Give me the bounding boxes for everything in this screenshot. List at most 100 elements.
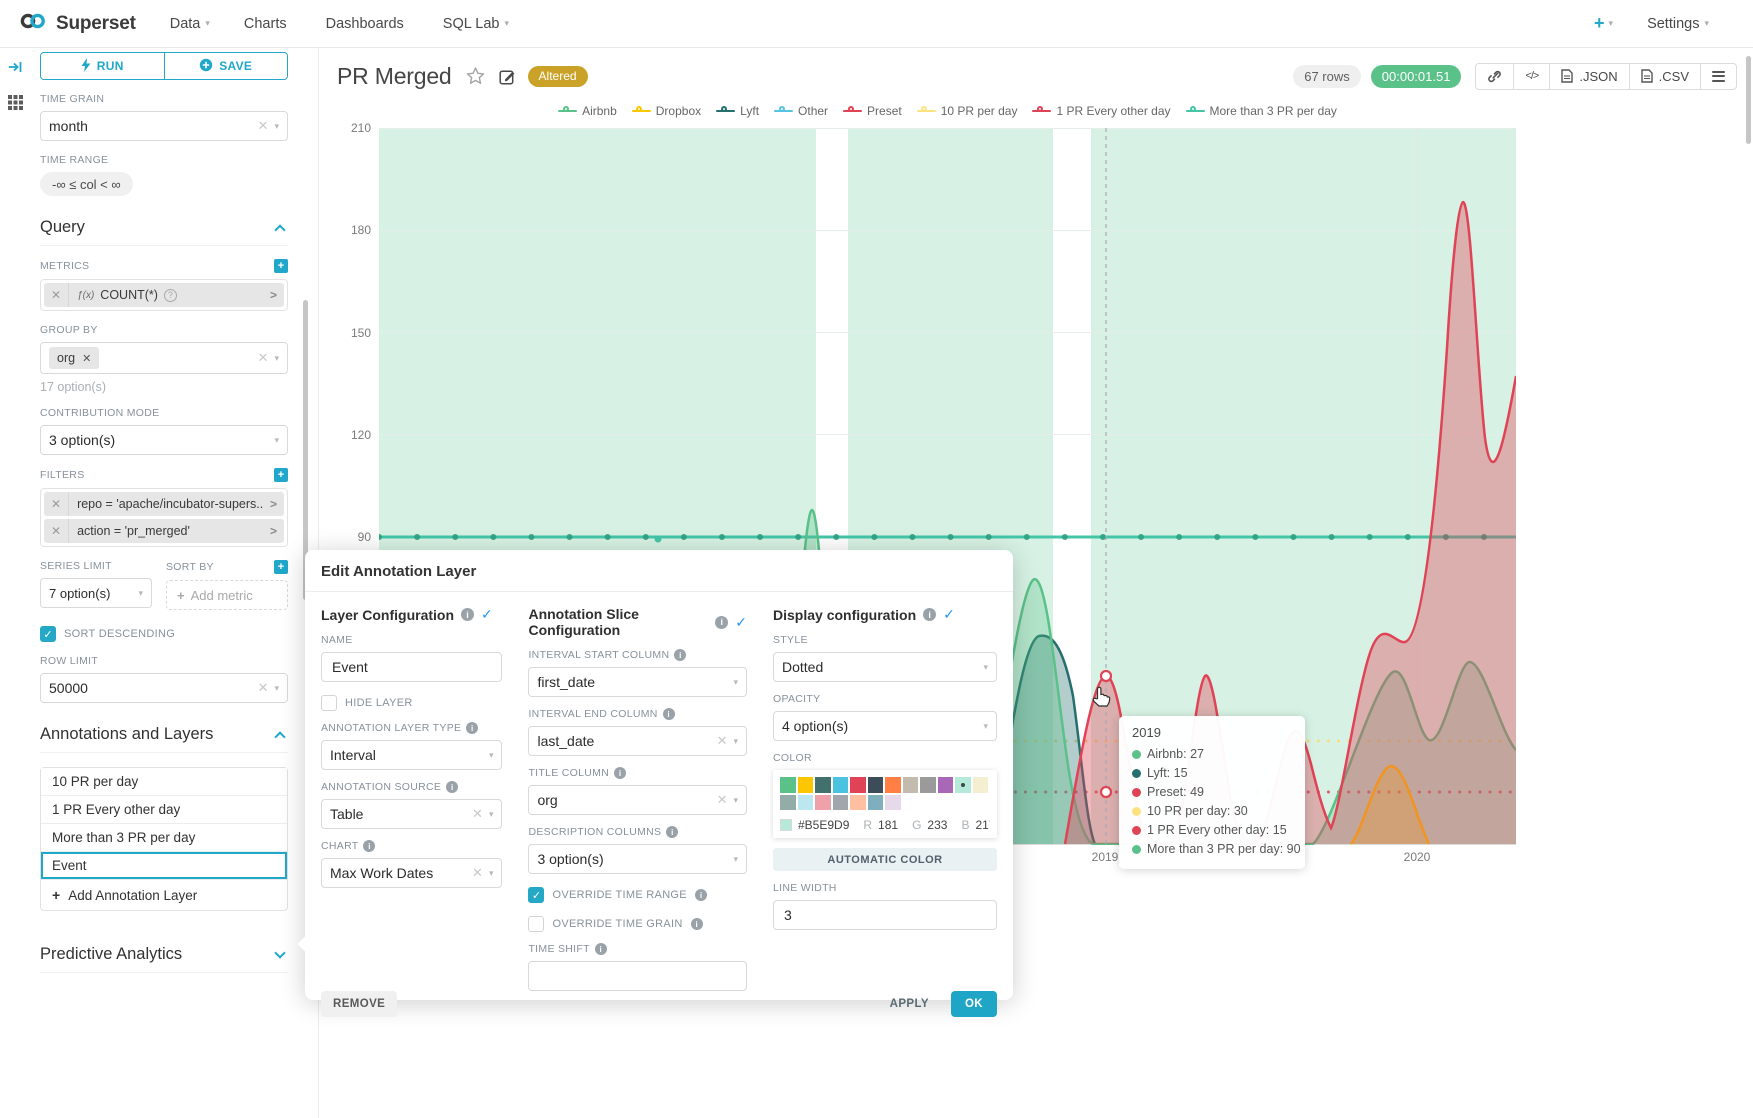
export-csv-button[interactable]: .CSV: [1629, 64, 1700, 89]
share-link-button[interactable]: [1476, 64, 1513, 89]
new-item-button[interactable]: +▾: [1594, 13, 1613, 34]
nav-menu-item[interactable]: SQL Lab▾: [443, 16, 509, 32]
color-swatch[interactable]: [815, 777, 831, 793]
automatic-color-button[interactable]: AUTOMATIC COLOR: [773, 848, 997, 871]
color-swatch[interactable]: [850, 777, 866, 793]
color-swatch[interactable]: [973, 777, 989, 793]
color-swatch[interactable]: [815, 795, 831, 811]
time-shift-input[interactable]: [528, 961, 747, 991]
color-swatch[interactable]: [798, 777, 814, 793]
chart-menu-button[interactable]: [1700, 64, 1736, 89]
legend-item[interactable]: More than 3 PR per day: [1186, 104, 1337, 118]
remove-chip-icon[interactable]: ✕: [82, 352, 91, 365]
name-input[interactable]: Event: [321, 652, 502, 682]
expand-metric-icon[interactable]: >: [263, 288, 284, 302]
legend-item[interactable]: Dropbox: [632, 104, 701, 118]
color-swatch[interactable]: [833, 777, 849, 793]
info-icon[interactable]: i: [923, 608, 936, 621]
override-time-grain-checkbox[interactable]: [528, 916, 544, 932]
legend-item[interactable]: Preset: [843, 104, 902, 118]
window-scrollbar[interactable]: [1746, 56, 1751, 144]
series-limit-select[interactable]: 7 option(s) ▾: [40, 578, 152, 608]
info-icon[interactable]: i: [715, 616, 728, 629]
legend-item[interactable]: Other: [774, 104, 828, 118]
legend-item[interactable]: Airbnb: [558, 104, 617, 118]
info-icon[interactable]: i: [363, 840, 375, 852]
annotations-section-header[interactable]: Annotations and Layers: [40, 725, 288, 753]
nav-menu-item[interactable]: Data▾: [170, 16, 210, 32]
description-columns-select[interactable]: 3 option(s) ▾: [528, 844, 747, 874]
favorite-star-icon[interactable]: [466, 67, 485, 85]
r-value[interactable]: 181: [878, 818, 898, 832]
clear-icon[interactable]: ✕: [258, 118, 269, 134]
add-metric-button[interactable]: +: [274, 259, 288, 273]
annotation-layer-item[interactable]: Event: [41, 852, 287, 880]
settings-menu[interactable]: Settings▾: [1647, 16, 1709, 32]
remove-metric-icon[interactable]: ✕: [44, 283, 69, 307]
add-filter-button[interactable]: +: [274, 468, 288, 482]
altered-badge[interactable]: Altered: [528, 66, 588, 87]
row-limit-select[interactable]: 50000 ✕ ▾: [40, 673, 288, 703]
info-icon[interactable]: i: [614, 767, 626, 779]
legend-item[interactable]: Lyft: [716, 104, 759, 118]
nav-menu-item[interactable]: Dashboards: [326, 16, 409, 32]
nav-menu-item[interactable]: Charts: [244, 16, 292, 32]
remove-filter-icon[interactable]: ✕: [44, 519, 69, 543]
color-swatch[interactable]: [798, 795, 814, 811]
override-time-range-checkbox[interactable]: ✓: [528, 887, 544, 903]
expand-filter-icon[interactable]: >: [263, 524, 284, 538]
add-sort-metric-button[interactable]: +: [274, 560, 288, 574]
color-swatch[interactable]: [833, 795, 849, 811]
save-button[interactable]: SAVE: [164, 53, 288, 79]
title-column-select[interactable]: org ✕ ▾: [528, 785, 747, 815]
embed-code-button[interactable]: </>: [1513, 64, 1549, 89]
color-swatch[interactable]: [868, 795, 884, 811]
info-icon[interactable]: i: [695, 889, 707, 901]
apply-button[interactable]: APPLY: [878, 991, 941, 1017]
color-swatch[interactable]: [885, 795, 901, 811]
legend-item[interactable]: 10 PR per day: [917, 104, 1018, 118]
color-swatch[interactable]: [868, 777, 884, 793]
info-icon[interactable]: i: [461, 608, 474, 621]
remove-filter-icon[interactable]: ✕: [44, 492, 69, 516]
color-swatch[interactable]: [885, 777, 901, 793]
opacity-select[interactable]: 4 option(s) ▾: [773, 711, 997, 741]
info-icon[interactable]: i: [466, 722, 478, 734]
predictive-section-header[interactable]: Predictive Analytics: [40, 945, 288, 973]
info-icon[interactable]: i: [446, 781, 458, 793]
legend-item[interactable]: 1 PR Every other day: [1032, 104, 1170, 118]
annotation-layer-type-select[interactable]: Interval ▾: [321, 740, 502, 770]
chart-select[interactable]: Max Work Dates ✕ ▾: [321, 858, 502, 888]
collapse-datasource-icon[interactable]: [8, 60, 23, 79]
sort-by-add-metric[interactable]: + Add metric: [166, 580, 288, 610]
color-swatch[interactable]: [955, 777, 971, 793]
info-icon[interactable]: i: [691, 918, 703, 930]
clear-icon[interactable]: ✕: [717, 792, 728, 808]
annotation-layer-item[interactable]: 1 PR Every other day: [41, 796, 287, 824]
clear-icon[interactable]: ✕: [472, 806, 483, 822]
line-width-input[interactable]: 3: [773, 900, 997, 930]
filter-chip[interactable]: ✕ action = 'pr_merged' >: [44, 519, 284, 543]
datasource-grid-icon[interactable]: [8, 95, 23, 115]
color-swatch[interactable]: [903, 777, 919, 793]
style-select[interactable]: Dotted ▾: [773, 652, 997, 682]
info-icon[interactable]: i: [663, 708, 675, 720]
run-button[interactable]: RUN: [41, 53, 164, 79]
clear-icon[interactable]: ✕: [258, 680, 269, 696]
color-swatch[interactable]: [780, 795, 796, 811]
b-value[interactable]: 217: [975, 818, 990, 832]
clear-icon[interactable]: ✕: [258, 350, 269, 366]
interval-end-select[interactable]: last_date ✕ ▾: [528, 726, 747, 756]
ok-button[interactable]: OK: [951, 991, 997, 1017]
filter-chip[interactable]: ✕ repo = 'apache/incubator-supers... >: [44, 492, 284, 516]
info-icon[interactable]: i: [674, 649, 686, 661]
edit-title-icon[interactable]: [499, 68, 516, 85]
time-range-pill[interactable]: -∞ ≤ col < ∞: [40, 172, 133, 196]
color-swatch[interactable]: [938, 777, 954, 793]
time-grain-select[interactable]: month ✕ ▾: [40, 111, 288, 141]
clear-icon[interactable]: ✕: [717, 733, 728, 749]
interval-start-select[interactable]: first_date ▾: [528, 667, 747, 697]
info-icon[interactable]: i: [666, 826, 678, 838]
info-icon[interactable]: i: [595, 943, 607, 955]
superset-logo[interactable]: Superset: [18, 11, 136, 36]
